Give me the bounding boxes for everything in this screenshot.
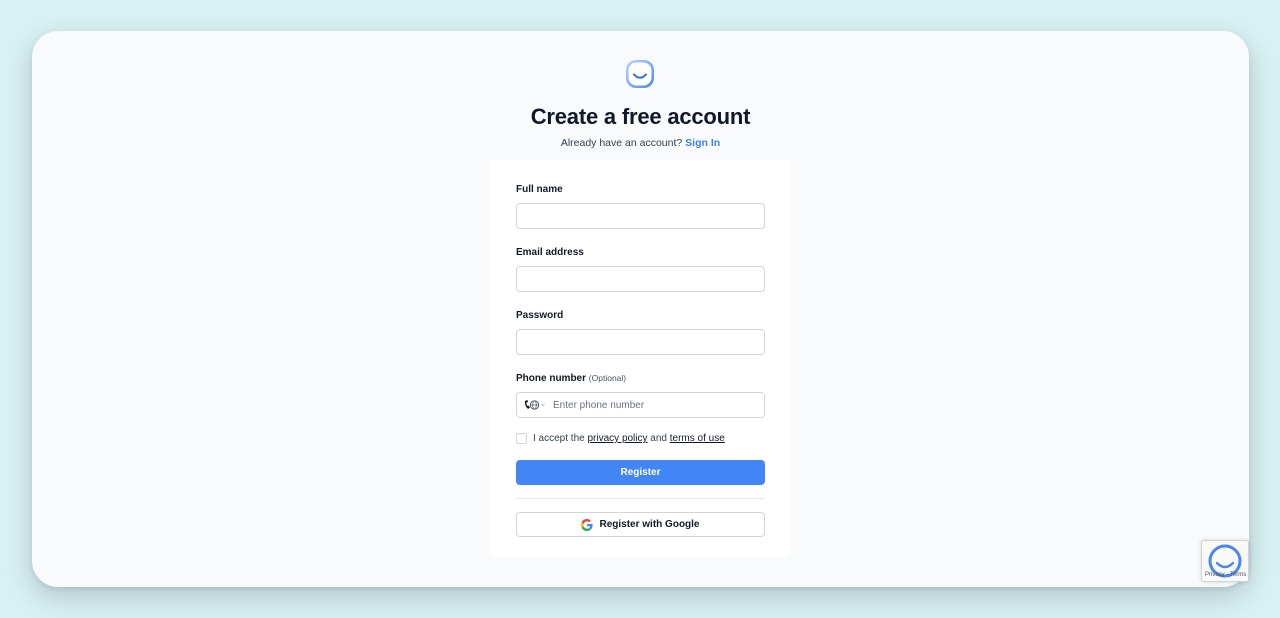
register-form-card: Full name Email address Password Phone n… xyxy=(489,160,791,557)
sign-in-link[interactable]: Sign In xyxy=(685,137,720,149)
full-name-input[interactable] xyxy=(516,203,765,229)
privacy-policy-link[interactable]: privacy policy xyxy=(587,433,647,444)
signin-prompt: Already have an account? Sign In xyxy=(32,137,1249,149)
terms-checkbox[interactable] xyxy=(516,433,527,444)
register-with-google-label: Register with Google xyxy=(599,519,700,530)
terms-row: I accept the privacy policy and terms of… xyxy=(516,433,725,444)
register-button[interactable]: Register xyxy=(516,460,765,485)
optional-hint: (Optional) xyxy=(588,373,627,383)
email-label: Email address xyxy=(516,247,584,258)
terms-of-use-link[interactable]: terms of use xyxy=(670,433,725,444)
google-icon xyxy=(581,518,594,531)
globe-phone-icon xyxy=(524,400,545,410)
register-with-google-button[interactable]: Register with Google xyxy=(516,512,765,537)
full-name-label: Full name xyxy=(516,184,563,195)
signin-prompt-text: Already have an account? xyxy=(560,137,683,149)
app-window: Create a free account Already have an ac… xyxy=(32,31,1249,587)
country-selector[interactable] xyxy=(517,393,553,417)
terms-and: and xyxy=(650,433,667,444)
recaptcha-badge[interactable]: Privacy - Terms xyxy=(1201,540,1249,582)
page-title: Create a free account xyxy=(530,104,751,129)
phone-label: Phone number (Optional) xyxy=(516,373,626,384)
email-input[interactable] xyxy=(516,266,765,292)
phone-label-text: Phone number xyxy=(516,373,587,384)
password-input[interactable] xyxy=(516,329,765,355)
phone-field xyxy=(516,392,765,418)
password-label: Password xyxy=(516,310,564,321)
terms-prefix: I accept the xyxy=(533,433,585,444)
phone-input[interactable] xyxy=(553,394,764,416)
recaptcha-text: Privacy - Terms xyxy=(1205,572,1247,578)
smiley-logo-icon xyxy=(626,60,654,88)
divider xyxy=(516,498,765,499)
